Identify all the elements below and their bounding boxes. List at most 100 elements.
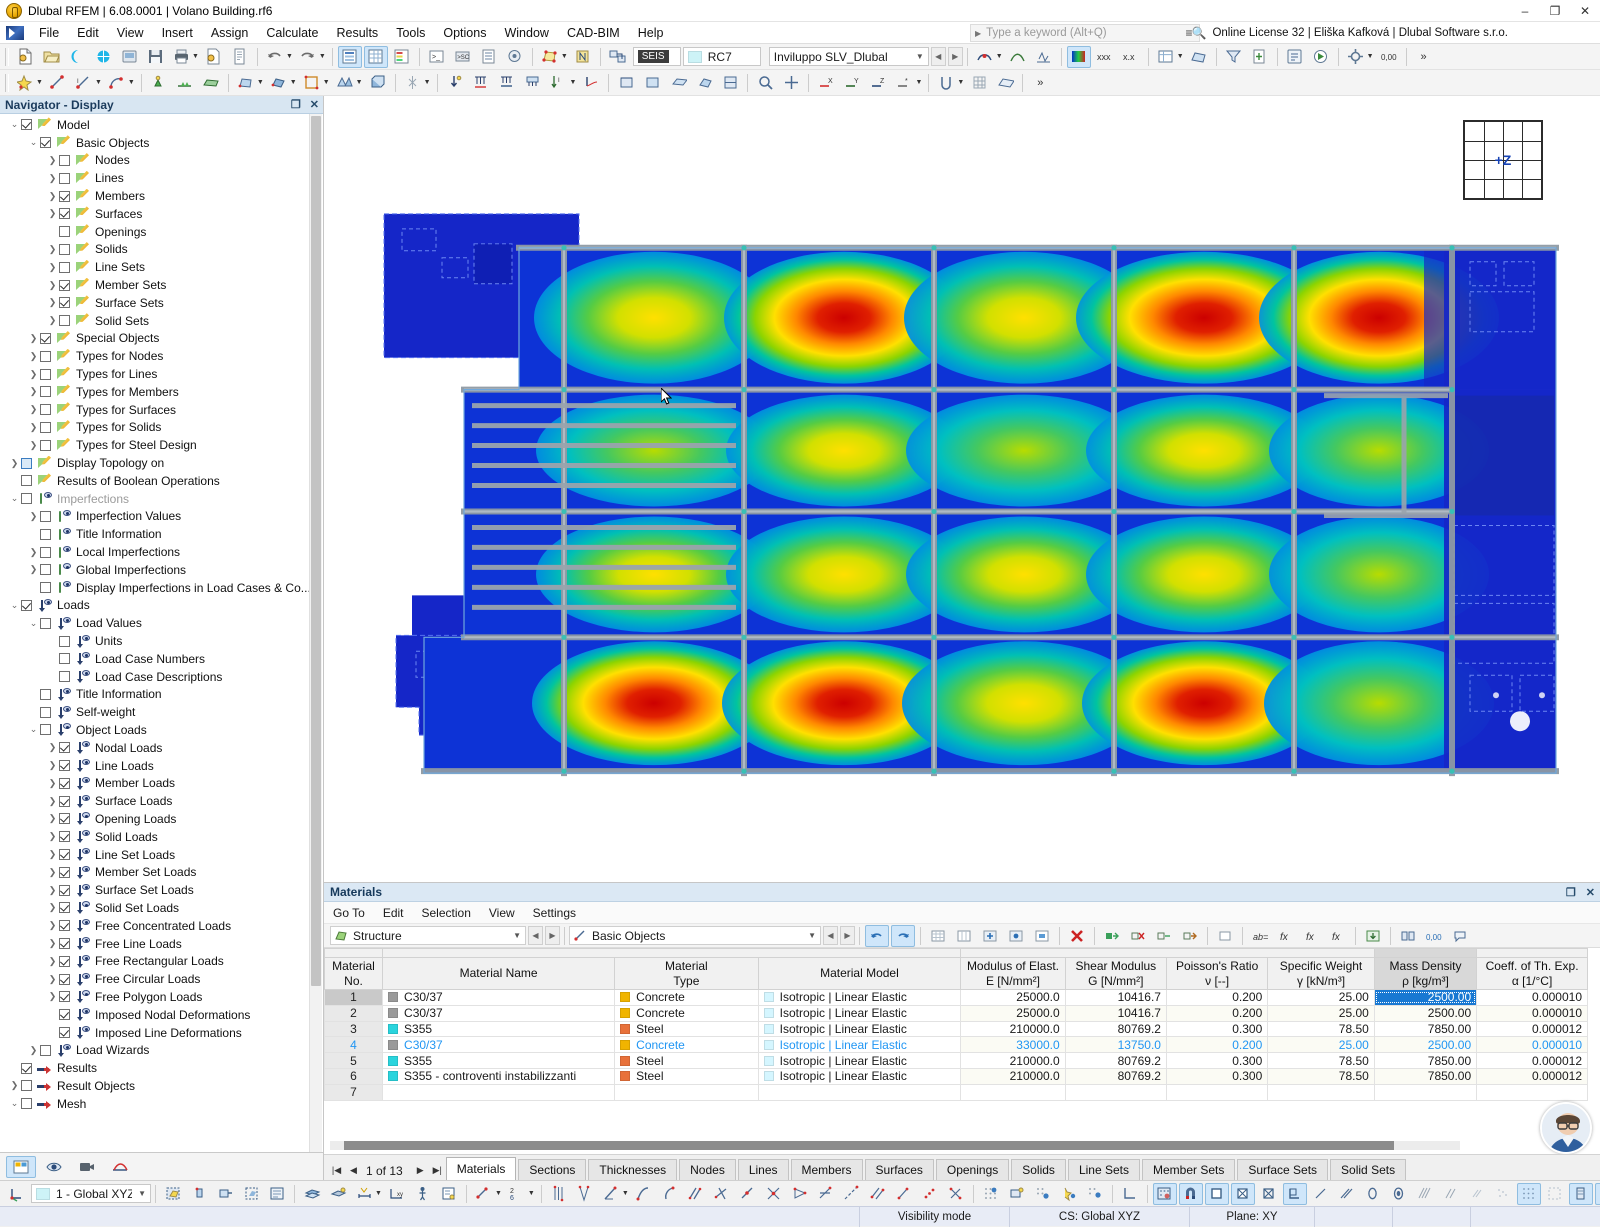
previous-load-case-button[interactable]: ◀ [931,47,946,66]
nav-tree-item-free-polygon-loads[interactable]: ❯Free Polygon Loads [0,988,323,1006]
nav-tree-item-types-for-surfaces[interactable]: ❯Types for Surfaces [0,401,323,419]
print-button[interactable] [169,46,193,68]
chevron-down-icon[interactable]: ⌄ [8,493,21,504]
nav-tree-item-global-imperfections[interactable]: ❯Global Imperfections [0,561,323,579]
nav-tree-item-nodal-loads[interactable]: ❯Nodal Loads [0,739,323,757]
next-page-button[interactable]: ▶ [412,1160,429,1180]
load-type-badge-combo[interactable]: SEIS [633,47,681,66]
cell-modulus-elasticity[interactable]: 210000.0 [961,1053,1065,1069]
cell-modulus-elasticity[interactable]: 25000.0 [961,990,1065,1006]
results-dropdown-icon[interactable]: ▼ [996,53,1003,60]
redo-button[interactable] [296,46,320,68]
nav-checkbox[interactable] [59,173,70,184]
chevron-right-icon[interactable]: ❯ [46,849,59,860]
menu-item-results[interactable]: Results [328,23,388,43]
extend-snap-button[interactable] [840,1183,864,1205]
cell-material-no[interactable]: 2 [325,1005,383,1021]
solid-render-button[interactable] [1205,1183,1229,1205]
nav-tree-item-imperfection-values[interactable]: ❯Imperfection Values [0,508,323,526]
table-formula-fx-button[interactable]: fx [1274,925,1298,947]
snap-settings-button[interactable] [934,72,958,94]
decimal-dropdown-icon[interactable]: ▼ [528,1190,535,1197]
model-list-button[interactable] [477,46,501,68]
nav-checkbox[interactable] [59,315,70,326]
materials-table-body[interactable]: 1C30/37ConcreteIsotropic | Linear Elasti… [325,990,1588,1101]
menu-item-edit[interactable]: Edit [68,23,108,43]
result-table-button[interactable] [1154,46,1178,68]
chevron-right-icon[interactable]: ❯ [46,938,59,949]
cell-coeff-thermal-exp[interactable]: 0.000010 [1477,1037,1588,1053]
nav-checkbox[interactable] [40,369,51,380]
cell-material-no[interactable]: 6 [325,1068,383,1084]
table-select-all-button[interactable] [1213,925,1237,947]
tab-nodes[interactable]: Nodes [679,1159,736,1180]
insert-line-button[interactable] [46,72,70,94]
nav-checkbox[interactable] [40,564,51,575]
undo-dropdown-icon[interactable]: ▼ [286,53,293,60]
cell-poissons-ratio[interactable]: 0.300 [1166,1053,1267,1069]
insert-solid-button[interactable] [267,72,291,94]
imposed-deformation-button[interactable] [579,72,603,94]
object-snap-toggle-button[interactable] [1057,1183,1081,1205]
chevron-right-icon[interactable]: ❯ [27,511,40,522]
cell-material-no[interactable]: 5 [325,1053,383,1069]
materials-close-button[interactable]: ✕ [1586,886,1595,899]
grid-plane-button[interactable] [1005,1183,1029,1205]
cell-material-type[interactable]: Concrete [615,1037,758,1053]
table-insert-before-button[interactable] [1100,925,1124,947]
nav-tree-item-result-objects[interactable]: ❯Result Objects [0,1077,323,1095]
cell-material-name[interactable]: C30/37 [383,1005,615,1021]
show-results-button[interactable] [973,46,997,68]
col-coeff-thermal-exp[interactable]: Coeff. of Th. Exp. α [1/°C] [1477,958,1588,990]
transparent-render-button[interactable] [1231,1183,1255,1205]
tab-solid-sets[interactable]: Solid Sets [1330,1159,1406,1180]
chevron-down-icon[interactable]: ▼ [513,931,521,940]
nav-checkbox[interactable] [59,1009,70,1020]
nav-tree-item-surface-loads[interactable]: ❯Surface Loads [0,792,323,810]
nav-tree-item-object-loads[interactable]: ⌄Object Loads [0,721,323,739]
insert-surface-set-dropdown-icon[interactable]: ▼ [356,79,363,86]
dimension-dropdown-icon[interactable]: ▼ [375,1190,382,1197]
nav-checkbox[interactable] [21,493,32,504]
result-table-dropdown-icon[interactable]: ▼ [1177,53,1184,60]
guide-vertical-button[interactable] [547,1183,571,1205]
nav-checkbox[interactable] [59,778,70,789]
calculate-all-button[interactable] [1309,46,1333,68]
cell-material-model[interactable]: Isotropic | Linear Elastic [758,1068,961,1084]
isolines-button[interactable]: xxx [1093,46,1117,68]
insert-node-dropdown-icon[interactable]: ▼ [36,79,43,86]
guide-converging-button[interactable] [573,1183,597,1205]
snap-object-button[interactable] [472,1183,496,1205]
cell-mass-density[interactable]: 2500.00 [1374,990,1476,1006]
chevron-right-icon[interactable]: ❯ [46,297,59,308]
col-material-name[interactable]: Material Name [383,958,615,990]
cell-poissons-ratio[interactable]: 0.300 [1166,1068,1267,1084]
cell-material-model[interactable]: Isotropic | Linear Elastic [758,1021,961,1037]
insert-solid-set-button[interactable] [366,72,390,94]
nav-checkbox[interactable] [21,1063,32,1074]
nav-tree-item-members[interactable]: ❯Members [0,187,323,205]
nav-checkbox[interactable] [59,849,70,860]
menu-item-calculate[interactable]: Calculate [257,23,327,43]
pan-button[interactable] [779,72,803,94]
grid-points-button[interactable] [979,1183,1003,1205]
structure-scope-combo[interactable]: Structure ▼ [330,926,526,945]
cell-specific-weight[interactable]: 78.50 [1268,1021,1375,1037]
hatch-c-button[interactable] [1465,1183,1489,1205]
new-model-button[interactable] [13,46,37,68]
col-mass-density[interactable]: Mass Density ρ [kg/m³] [1374,958,1476,990]
cell-mass-density[interactable]: 7850.00 [1374,1053,1476,1069]
angle-snap-dropdown-icon[interactable]: ▼ [622,1190,629,1197]
nav-checkbox[interactable] [59,244,70,255]
menu-item-assign[interactable]: Assign [202,23,258,43]
nodal-load-button[interactable] [443,72,467,94]
menu-item-tools[interactable]: Tools [387,23,434,43]
nav-tree-item-model[interactable]: ⌄Model [0,116,323,134]
chevron-down-icon[interactable]: ▼ [916,52,924,61]
chevron-down-icon[interactable]: ⌄ [8,600,21,611]
dots-pattern-button[interactable] [1491,1183,1515,1205]
cell-specific-weight[interactable]: 25.00 [1268,1037,1375,1053]
cell-poissons-ratio[interactable]: 0.200 [1166,1005,1267,1021]
cell-material-name[interactable]: C30/37 [383,1037,615,1053]
chevron-down-icon[interactable]: ⌄ [27,618,40,629]
